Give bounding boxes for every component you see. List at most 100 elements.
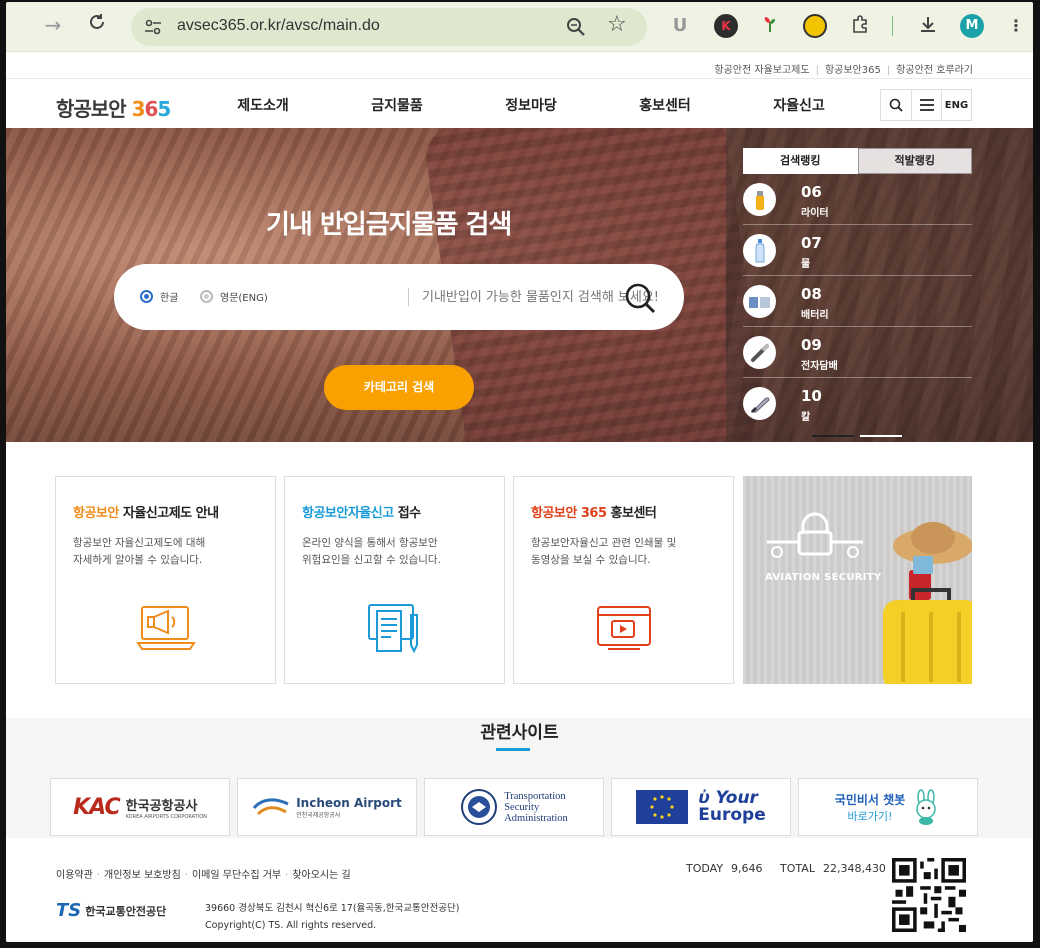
related-sites-title: 관련사이트 [480,723,559,743]
toplink-avsec365[interactable]: 항공보안365 [825,65,881,76]
ranking-name: 전자담배 [801,361,838,372]
profile-avatar[interactable]: M [960,14,984,38]
ts-logo-name: 한국교통안전공단 [85,904,167,918]
nav-info-board[interactable]: 정보마당 [464,95,598,115]
ranking-name: 배터리 [801,310,829,321]
ranking-number: 07 [801,234,822,252]
url-text[interactable]: avsec365.or.kr/avsc/main.do [177,17,380,35]
card-desc: 온라인 양식을 통해서 항공보안 위험요인을 신고할 수 있습니다. [302,537,441,566]
item-search-button-icon[interactable] [622,280,658,316]
visitor-counter: TODAY 9,646 TOTAL 22,348,430 [686,862,886,875]
toplink-whistle[interactable]: 항공안전 호루라기 [896,65,973,76]
item-search-input[interactable] [422,282,712,312]
megaphone-laptop-icon [136,606,196,650]
knife-icon [743,387,776,420]
footer-copyright: Copyright(C) TS. All rights reserved. [205,920,377,931]
water-bottle-icon [743,234,776,267]
link-incheon-airport[interactable]: Incheon Airport 인천국제공항공사 [237,778,417,836]
incheon-sub: 인천국제공항공사 [296,811,341,819]
today-value: 9,646 [731,862,763,875]
nav-self-report[interactable]: 자율신고 [732,95,866,115]
total-value: 22,348,430 [822,862,886,875]
extension-badge-icon[interactable] [803,14,827,38]
chatbot-line2: 바로가기! [847,809,893,823]
radio-english[interactable]: 영문(ENG) [200,289,268,304]
extension-k-icon[interactable]: K [714,14,738,38]
kac-logo-mark: KAC [73,794,121,820]
footer-link-directions[interactable]: 찾아오시는 길 [292,870,350,881]
kac-name: 한국공항공사 [125,798,198,814]
ranking-item[interactable]: 09 전자담배 [743,327,972,378]
card-self-report-submit[interactable]: 항공보안자율신고 접수 온라인 양식을 통해서 항공보안 위험요인을 신고할 수… [284,476,505,684]
ranking-number: 06 [801,183,822,201]
extension-plant-icon[interactable] [758,14,782,38]
ranking-number: 10 [801,387,822,405]
ranking-number: 09 [801,336,822,354]
footer-links: 이용약관 · 개인정보 보호방침 · 이메일 무단수집 거부 · 찾아오시는 길 [56,870,351,881]
header-lang-button[interactable]: ENG [941,90,971,120]
qr-code-icon [892,858,966,932]
aviation-security-text: AVIATION SECURITY [765,572,882,583]
today-label: TODAY [686,862,724,875]
total-label: TOTAL [780,862,815,875]
hero-title: 기내 반입금지물품 검색 [266,210,512,240]
bookmark-star-icon[interactable]: ☆ [607,12,627,37]
browser-toolbar: → avsec365.or.kr/avsc/main.do ☆ U K M ⋮ [6,2,1033,52]
link-chatbot[interactable]: 국민비서 챗봇 바로가기! [798,778,978,836]
extensions-puzzle-icon[interactable] [848,14,872,38]
card-pr-center[interactable]: 항공보안 365 홍보센터 항공보안자율신고 관련 인쇄물 및 동영상을 보실 … [513,476,734,684]
ranking-item[interactable]: 10 칼 [743,378,972,429]
category-search-button[interactable]: 카테고리 검색 [324,365,474,410]
search-divider [408,288,409,306]
more-menu-icon[interactable]: ⋮ [1004,14,1028,38]
footer-link-email-refusal[interactable]: 이메일 무단수집 거부 [192,870,281,881]
radio-english-dot[interactable] [200,290,213,303]
toplink-safety-report[interactable]: 항공안전 자율보고제도 [714,65,809,76]
aviation-security-photo: AVIATION SECURITY [743,476,972,684]
suitcase-hat-illustration [883,522,972,684]
tab-search-ranking[interactable]: 검색랭킹 [743,148,858,174]
nav-system-intro[interactable]: 제도소개 [196,95,330,115]
link-tsa[interactable]: Transportation Security Administration [424,778,604,836]
ranking-item[interactable]: 06 라이터 [743,174,972,225]
footer-link-terms[interactable]: 이용약관 [56,870,93,881]
download-icon[interactable] [916,14,940,38]
extension-u-icon[interactable]: U [668,14,692,38]
site-settings-icon[interactable] [143,17,163,37]
address-bar[interactable]: avsec365.or.kr/avsc/main.do ☆ [131,8,647,46]
radio-korean-dot[interactable] [140,290,153,303]
eu-line2: Europe [698,805,766,825]
card-title: 항공보안자율신고 접수 [302,506,421,521]
link-your-europe[interactable]: ὐ Your Europe [611,778,791,836]
ranking-item[interactable]: 08 배터리 [743,276,972,327]
zoom-icon[interactable] [565,16,587,38]
ranking-indicator-2[interactable] [860,435,902,437]
footer-link-privacy[interactable]: 개인정보 보호방침 [104,870,181,881]
video-player-icon [597,606,651,650]
card-desc: 항공보안자율신고 관련 인쇄물 및 동영상을 보실 수 있습니다. [531,537,677,566]
ranking-name: 라이터 [801,208,829,219]
ranking-indicator-1[interactable] [812,435,854,437]
forward-icon[interactable]: → [40,12,66,38]
related-sites: 관련사이트 KAC 한국공항공사 KOREA AIRPORTS CORPORAT… [6,718,1033,838]
radio-korean[interactable]: 한글 [140,289,178,304]
ranking-item[interactable]: 07 물 [743,225,972,276]
site-logo[interactable]: 항공보안 365 [56,93,171,122]
header-search-icon[interactable] [881,90,911,120]
tab-seized-ranking[interactable]: 적발랭킹 [857,148,972,174]
card-self-report-guide[interactable]: 항공보안 자율신고제도 안내 항공보안 자율신고제도에 대해 자세하게 알아볼 … [55,476,276,684]
chatbot-rabbit-icon [916,789,936,825]
nav-prohibited-items[interactable]: 금지물품 [330,95,464,115]
header-menu-icon[interactable] [911,90,941,120]
hero-banner: 기내 반입금지물품 검색 한글 영문(ENG) 카테고리 검색 검색랭킹 적발랭… [6,128,1033,442]
reload-icon[interactable] [84,12,110,38]
ranking-panel: 검색랭킹 적발랭킹 06 라이터 07 물 08 배터리 09 전자담배 10 … [743,148,972,429]
incheon-swoosh-icon [253,798,289,816]
item-search-box: 한글 영문(ENG) [114,264,712,330]
form-document-icon [368,604,418,654]
utility-links: 항공안전 자율보고제도 | 항공보안365 | 항공안전 호루라기 [714,65,973,76]
utility-bar: 항공안전 자율보고제도 | 항공보안365 | 항공안전 호루라기 [6,54,1033,78]
site-footer: 이용약관 · 개인정보 보호방침 · 이메일 무단수집 거부 · 찾아오시는 길 TODAY… [6,838,1033,942]
nav-pr-center[interactable]: 홍보센터 [598,95,732,115]
link-kac[interactable]: KAC 한국공항공사 KOREA AIRPORTS CORPORATION [50,778,230,836]
